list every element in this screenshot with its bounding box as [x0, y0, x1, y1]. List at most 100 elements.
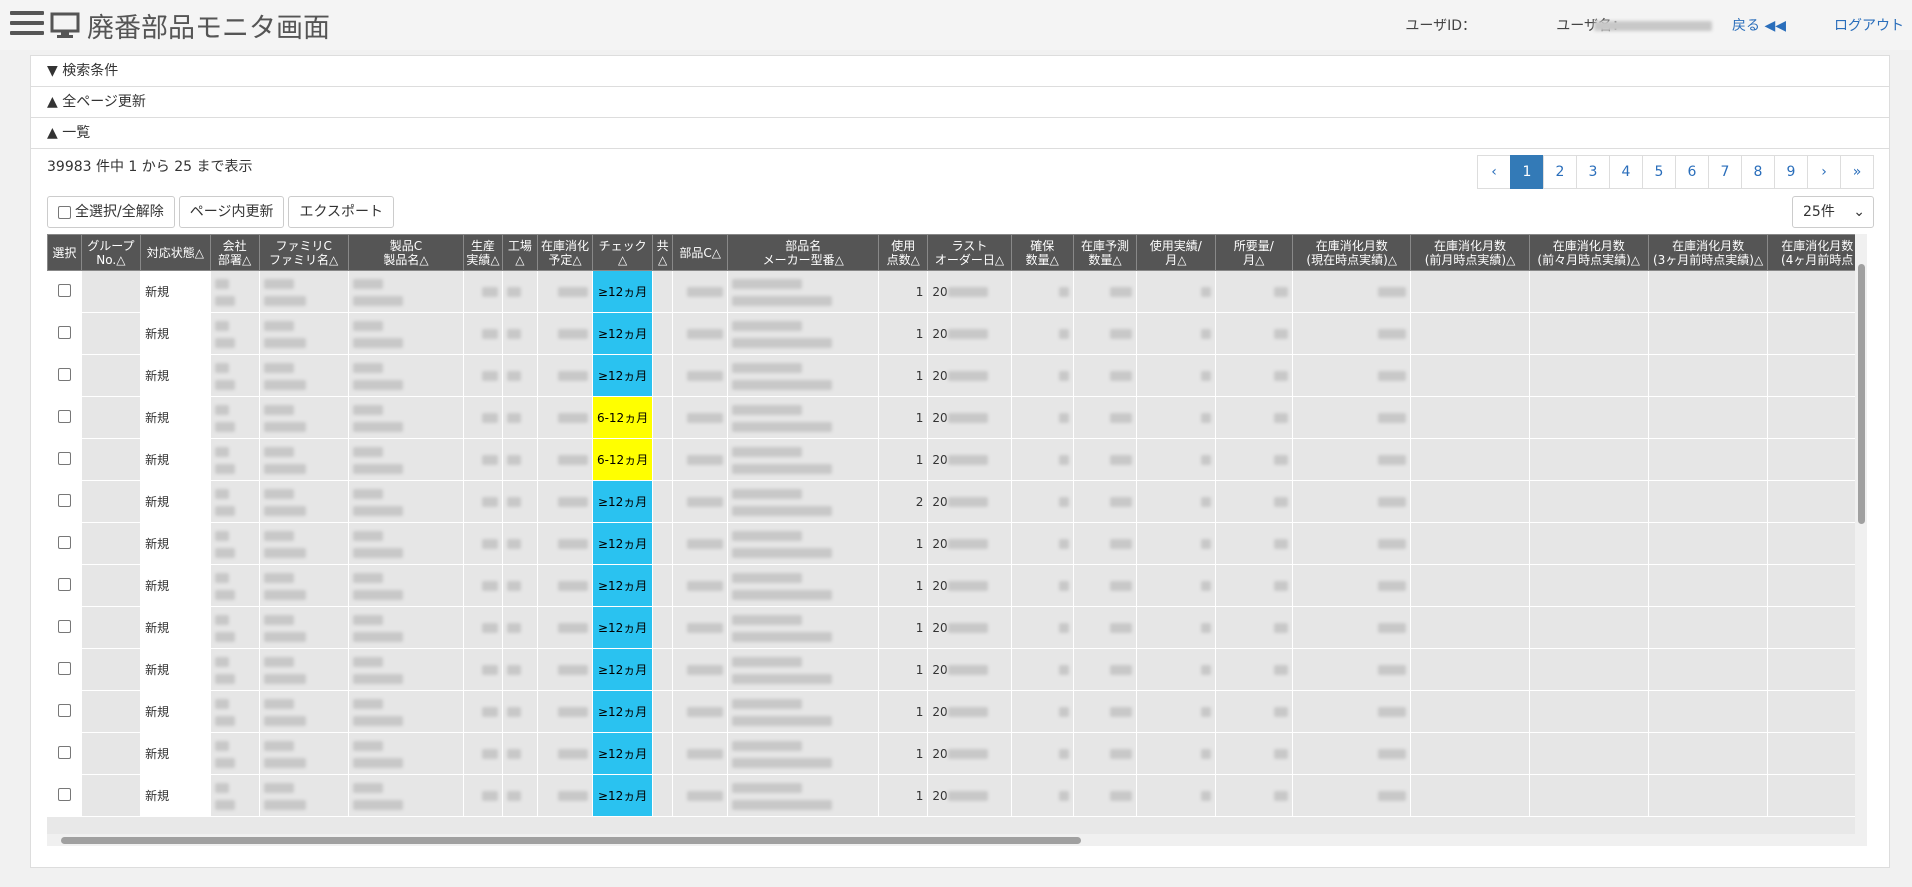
row-select-checkbox[interactable]: [57, 325, 71, 339]
redacted-value: [1110, 329, 1133, 339]
redacted-value: [557, 287, 588, 297]
column-header[interactable]: 確保 数量△: [1010, 234, 1074, 271]
redacted-value: [1058, 287, 1069, 297]
refresh-all-toggle[interactable]: ▲ 全ページ更新: [31, 87, 1889, 118]
page-link[interactable]: 5: [1642, 155, 1676, 189]
redacted-value: [557, 623, 588, 633]
export-button[interactable]: エクスポート: [288, 196, 395, 228]
row-select-checkbox[interactable]: [57, 493, 71, 507]
column-header[interactable]: 会社 部署△: [209, 234, 260, 271]
redacted-value: [263, 362, 294, 373]
column-header[interactable]: 所要量/月△: [1214, 234, 1294, 271]
page-size-select[interactable]: 25件 ⌄: [1792, 196, 1874, 228]
column-header[interactable]: チェック △: [591, 234, 654, 271]
column-header[interactable]: 生産 実績△: [463, 234, 503, 271]
list-toggle[interactable]: ▲ 一覧: [31, 118, 1889, 149]
redacted-value: [947, 665, 988, 675]
redacted-value: [263, 572, 294, 583]
row-select-checkbox[interactable]: [57, 661, 71, 675]
row-select-checkbox[interactable]: [57, 409, 71, 423]
redacted-value: [263, 673, 306, 684]
check-badge: ≥12ヵ月: [597, 663, 648, 677]
column-header[interactable]: 共 △: [652, 234, 673, 271]
page-link[interactable]: »: [1840, 155, 1874, 189]
row-select-checkbox[interactable]: [57, 787, 71, 801]
page-link[interactable]: 6: [1675, 155, 1709, 189]
select-all-label: 全選択/全解除: [75, 204, 164, 220]
redacted-value: [732, 530, 803, 541]
redacted-value: [687, 707, 724, 717]
table-row: 新規 ≥12ヵ月 1 20: [47, 648, 1867, 691]
column-header[interactable]: 使用実績/月△: [1136, 234, 1216, 271]
page-link[interactable]: 3: [1576, 155, 1610, 189]
select-all-button[interactable]: 全選択/全解除: [47, 196, 175, 228]
redacted-value: [947, 581, 988, 591]
vertical-scrollbar[interactable]: [1855, 234, 1867, 846]
redacted-value: [214, 656, 229, 667]
redacted-value: [1058, 413, 1069, 423]
page-size-value: 25件: [1803, 204, 1835, 220]
check-badge: 6-12ヵ月: [596, 411, 649, 425]
column-header[interactable]: 部品C△: [671, 234, 729, 271]
redacted-value: [1378, 749, 1407, 759]
horizontal-scroll-thumb[interactable]: [61, 837, 1081, 844]
search-conditions-toggle[interactable]: ▼ 検索条件: [31, 56, 1889, 87]
hamburger-menu-icon[interactable]: [10, 11, 44, 39]
row-select-checkbox[interactable]: [57, 703, 71, 717]
row-select-checkbox[interactable]: [57, 367, 71, 381]
usage-points: 1: [915, 452, 924, 467]
vertical-scroll-thumb[interactable]: [1858, 264, 1865, 524]
redacted-value: [352, 446, 383, 457]
redacted-value: [481, 455, 498, 465]
redacted-value: [263, 379, 306, 390]
page-link[interactable]: 1: [1510, 155, 1544, 189]
select-all-checkbox[interactable]: [58, 205, 71, 219]
row-select-checkbox[interactable]: [57, 451, 71, 465]
page-link[interactable]: 4: [1609, 155, 1643, 189]
column-header[interactable]: ファミリC ファミリ名△: [258, 234, 349, 271]
row-select-checkbox[interactable]: [57, 577, 71, 591]
column-header[interactable]: 在庫消化月数 (4ヶ月前時点: [1767, 234, 1867, 271]
redacted-value: [352, 656, 383, 667]
column-header[interactable]: 在庫予測 数量△: [1072, 234, 1138, 271]
page-link[interactable]: ›: [1807, 155, 1841, 189]
column-header[interactable]: 在庫消化 予定△: [537, 234, 593, 271]
redacted-value: [947, 623, 988, 633]
back-link[interactable]: 戻る ◀◀: [1732, 15, 1786, 35]
row-select-checkbox[interactable]: [57, 745, 71, 759]
page-refresh-button[interactable]: ページ内更新: [178, 196, 285, 228]
column-header[interactable]: 選択: [47, 234, 82, 271]
column-header[interactable]: 在庫消化月数 (前々月時点実績)△: [1528, 234, 1649, 271]
redacted-value: [687, 791, 724, 801]
page-link[interactable]: ‹: [1477, 155, 1511, 189]
row-select-checkbox[interactable]: [57, 283, 71, 297]
column-header[interactable]: 工場 △: [501, 234, 539, 271]
redacted-value: [1274, 791, 1289, 801]
redacted-value: [1378, 455, 1407, 465]
redacted-value: [947, 329, 988, 339]
row-select-checkbox[interactable]: [57, 535, 71, 549]
column-header[interactable]: 在庫消化月数 (前月時点実績)△: [1410, 234, 1530, 271]
redacted-value: [732, 673, 833, 684]
redacted-value: [481, 749, 498, 759]
redacted-value: [214, 530, 229, 541]
redacted-value: [732, 589, 833, 600]
redacted-value: [732, 614, 803, 625]
column-header[interactable]: 製品C 製品名△: [347, 234, 465, 271]
page-link[interactable]: 2: [1543, 155, 1577, 189]
column-header[interactable]: グループ No.△: [80, 234, 142, 271]
redacted-value: [352, 673, 403, 684]
page-link[interactable]: 9: [1774, 155, 1808, 189]
usage-points: 1: [915, 536, 924, 551]
column-header[interactable]: 在庫消化月数 (現在時点実績)△: [1292, 234, 1412, 271]
logout-link[interactable]: ログアウト: [1834, 15, 1904, 35]
column-header[interactable]: ラスト オーダー日△: [927, 234, 1012, 271]
row-select-checkbox[interactable]: [57, 619, 71, 633]
horizontal-scrollbar[interactable]: [47, 834, 1855, 846]
column-header[interactable]: 部品名 メーカー型番△: [727, 234, 880, 271]
page-link[interactable]: 7: [1708, 155, 1742, 189]
column-header[interactable]: 使用 点数△: [878, 234, 929, 271]
column-header[interactable]: 対応状態△: [140, 234, 211, 271]
page-link[interactable]: 8: [1741, 155, 1775, 189]
column-header[interactable]: 在庫消化月数 (3ヶ月前時点実績)△: [1647, 234, 1769, 271]
